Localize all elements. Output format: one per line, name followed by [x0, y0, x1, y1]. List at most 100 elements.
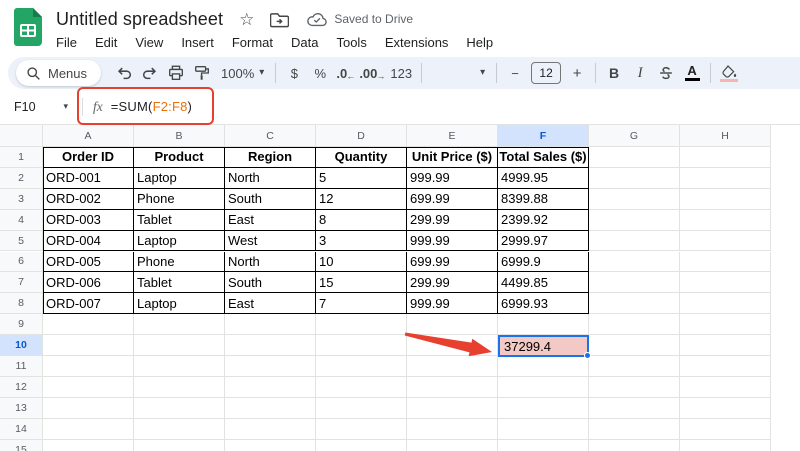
cell-D11[interactable] — [316, 356, 407, 377]
cell-H5[interactable] — [680, 231, 771, 252]
cell-D12[interactable] — [316, 377, 407, 398]
row-header-15[interactable]: 15 — [0, 440, 43, 451]
cell-E12[interactable] — [407, 377, 498, 398]
cell-A11[interactable] — [43, 356, 134, 377]
cell-H10[interactable] — [680, 335, 771, 356]
italic-button[interactable]: I — [627, 60, 653, 86]
cell-G7[interactable] — [589, 272, 680, 293]
cell-A10[interactable] — [43, 335, 134, 356]
cell-B8[interactable]: Laptop — [134, 293, 225, 314]
cell-D9[interactable] — [316, 314, 407, 335]
menu-item-extensions[interactable]: Extensions — [376, 33, 458, 52]
row-header-4[interactable]: 4 — [0, 210, 43, 231]
undo-button[interactable] — [111, 60, 137, 86]
cell-F13[interactable] — [498, 398, 589, 419]
row-header-8[interactable]: 8 — [0, 293, 43, 314]
cell-B15[interactable] — [134, 440, 225, 451]
cell-C13[interactable] — [225, 398, 316, 419]
cell-G13[interactable] — [589, 398, 680, 419]
decrease-font-size-button[interactable]: − — [502, 60, 528, 86]
cell-F1[interactable]: Total Sales ($) — [498, 147, 589, 168]
decrease-decimal-button[interactable]: .0← — [333, 60, 359, 86]
cell-G4[interactable] — [589, 210, 680, 231]
col-header-B[interactable]: B — [134, 125, 225, 147]
cell-C2[interactable]: North — [225, 168, 316, 189]
selected-cell-F10[interactable]: 37299.4 — [498, 335, 589, 357]
cell-B1[interactable]: Product — [134, 147, 225, 168]
zoom-dropdown[interactable]: 100% ▾ — [215, 60, 270, 86]
cell-H7[interactable] — [680, 272, 771, 293]
col-header-C[interactable]: C — [225, 125, 316, 147]
cell-A14[interactable] — [43, 419, 134, 440]
cell-A13[interactable] — [43, 398, 134, 419]
cell-G10[interactable] — [589, 335, 680, 356]
menu-item-edit[interactable]: Edit — [86, 33, 126, 52]
fill-color-button[interactable] — [716, 60, 742, 86]
cell-A9[interactable] — [43, 314, 134, 335]
cell-D8[interactable]: 7 — [316, 293, 407, 314]
cell-H6[interactable] — [680, 252, 771, 273]
cell-C15[interactable] — [225, 440, 316, 451]
cell-B6[interactable]: Phone — [134, 252, 225, 273]
cell-D13[interactable] — [316, 398, 407, 419]
menu-item-insert[interactable]: Insert — [172, 33, 223, 52]
cell-B9[interactable] — [134, 314, 225, 335]
formula-input[interactable]: =SUM(F2:F8) — [111, 99, 192, 114]
cell-D15[interactable] — [316, 440, 407, 451]
cell-A6[interactable]: ORD-005 — [43, 252, 134, 273]
cell-C12[interactable] — [225, 377, 316, 398]
cell-D5[interactable]: 3 — [316, 231, 407, 252]
row-header-10[interactable]: 10 — [0, 335, 43, 356]
cell-F15[interactable] — [498, 440, 589, 451]
font-family-dropdown[interactable]: ▾ — [427, 60, 491, 86]
cell-G5[interactable] — [589, 231, 680, 252]
cell-A2[interactable]: ORD-001 — [43, 168, 134, 189]
cell-G1[interactable] — [589, 147, 680, 168]
cell-B10[interactable] — [134, 335, 225, 356]
caret-down-icon[interactable]: ▾ — [64, 102, 69, 111]
cell-E14[interactable] — [407, 419, 498, 440]
cell-A4[interactable]: ORD-003 — [43, 210, 134, 231]
cell-B7[interactable]: Tablet — [134, 272, 225, 293]
cell-H2[interactable] — [680, 168, 771, 189]
cell-G11[interactable] — [589, 356, 680, 377]
cell-G15[interactable] — [589, 440, 680, 451]
cell-A15[interactable] — [43, 440, 134, 451]
menu-item-tools[interactable]: Tools — [327, 33, 375, 52]
currency-format-button[interactable]: $ — [281, 60, 307, 86]
cell-D4[interactable]: 8 — [316, 210, 407, 231]
row-header-14[interactable]: 14 — [0, 419, 43, 440]
increase-font-size-button[interactable]: + — [564, 60, 590, 86]
cell-E10[interactable] — [407, 335, 498, 356]
col-header-F[interactable]: F — [498, 125, 589, 147]
cell-E2[interactable]: 999.99 — [407, 168, 498, 189]
cell-D7[interactable]: 15 — [316, 272, 407, 293]
paint-format-button[interactable] — [189, 60, 215, 86]
col-header-A[interactable]: A — [43, 125, 134, 147]
cell-C3[interactable]: South — [225, 189, 316, 210]
font-size-input[interactable]: 12 — [531, 62, 561, 84]
cell-G9[interactable] — [589, 314, 680, 335]
cell-F12[interactable] — [498, 377, 589, 398]
text-color-button[interactable]: A — [679, 60, 705, 86]
cell-E5[interactable]: 999.99 — [407, 231, 498, 252]
fill-handle[interactable] — [584, 352, 591, 359]
cell-F5[interactable]: 2999.97 — [498, 231, 589, 252]
cell-H12[interactable] — [680, 377, 771, 398]
cell-C11[interactable] — [225, 356, 316, 377]
cell-F9[interactable] — [498, 314, 589, 335]
row-header-13[interactable]: 13 — [0, 398, 43, 419]
cell-F7[interactable]: 4499.85 — [498, 272, 589, 293]
cell-E4[interactable]: 299.99 — [407, 210, 498, 231]
cell-E15[interactable] — [407, 440, 498, 451]
cell-G3[interactable] — [589, 189, 680, 210]
menu-item-view[interactable]: View — [126, 33, 172, 52]
percent-format-button[interactable]: % — [307, 60, 333, 86]
row-header-7[interactable]: 7 — [0, 272, 43, 293]
star-icon[interactable]: ☆ — [239, 11, 254, 28]
cell-A3[interactable]: ORD-002 — [43, 189, 134, 210]
name-box[interactable]: F10 ▾ — [0, 100, 78, 114]
menus-search-button[interactable]: Menus — [16, 60, 101, 86]
menu-item-format[interactable]: Format — [223, 33, 282, 52]
cell-E6[interactable]: 699.99 — [407, 252, 498, 273]
